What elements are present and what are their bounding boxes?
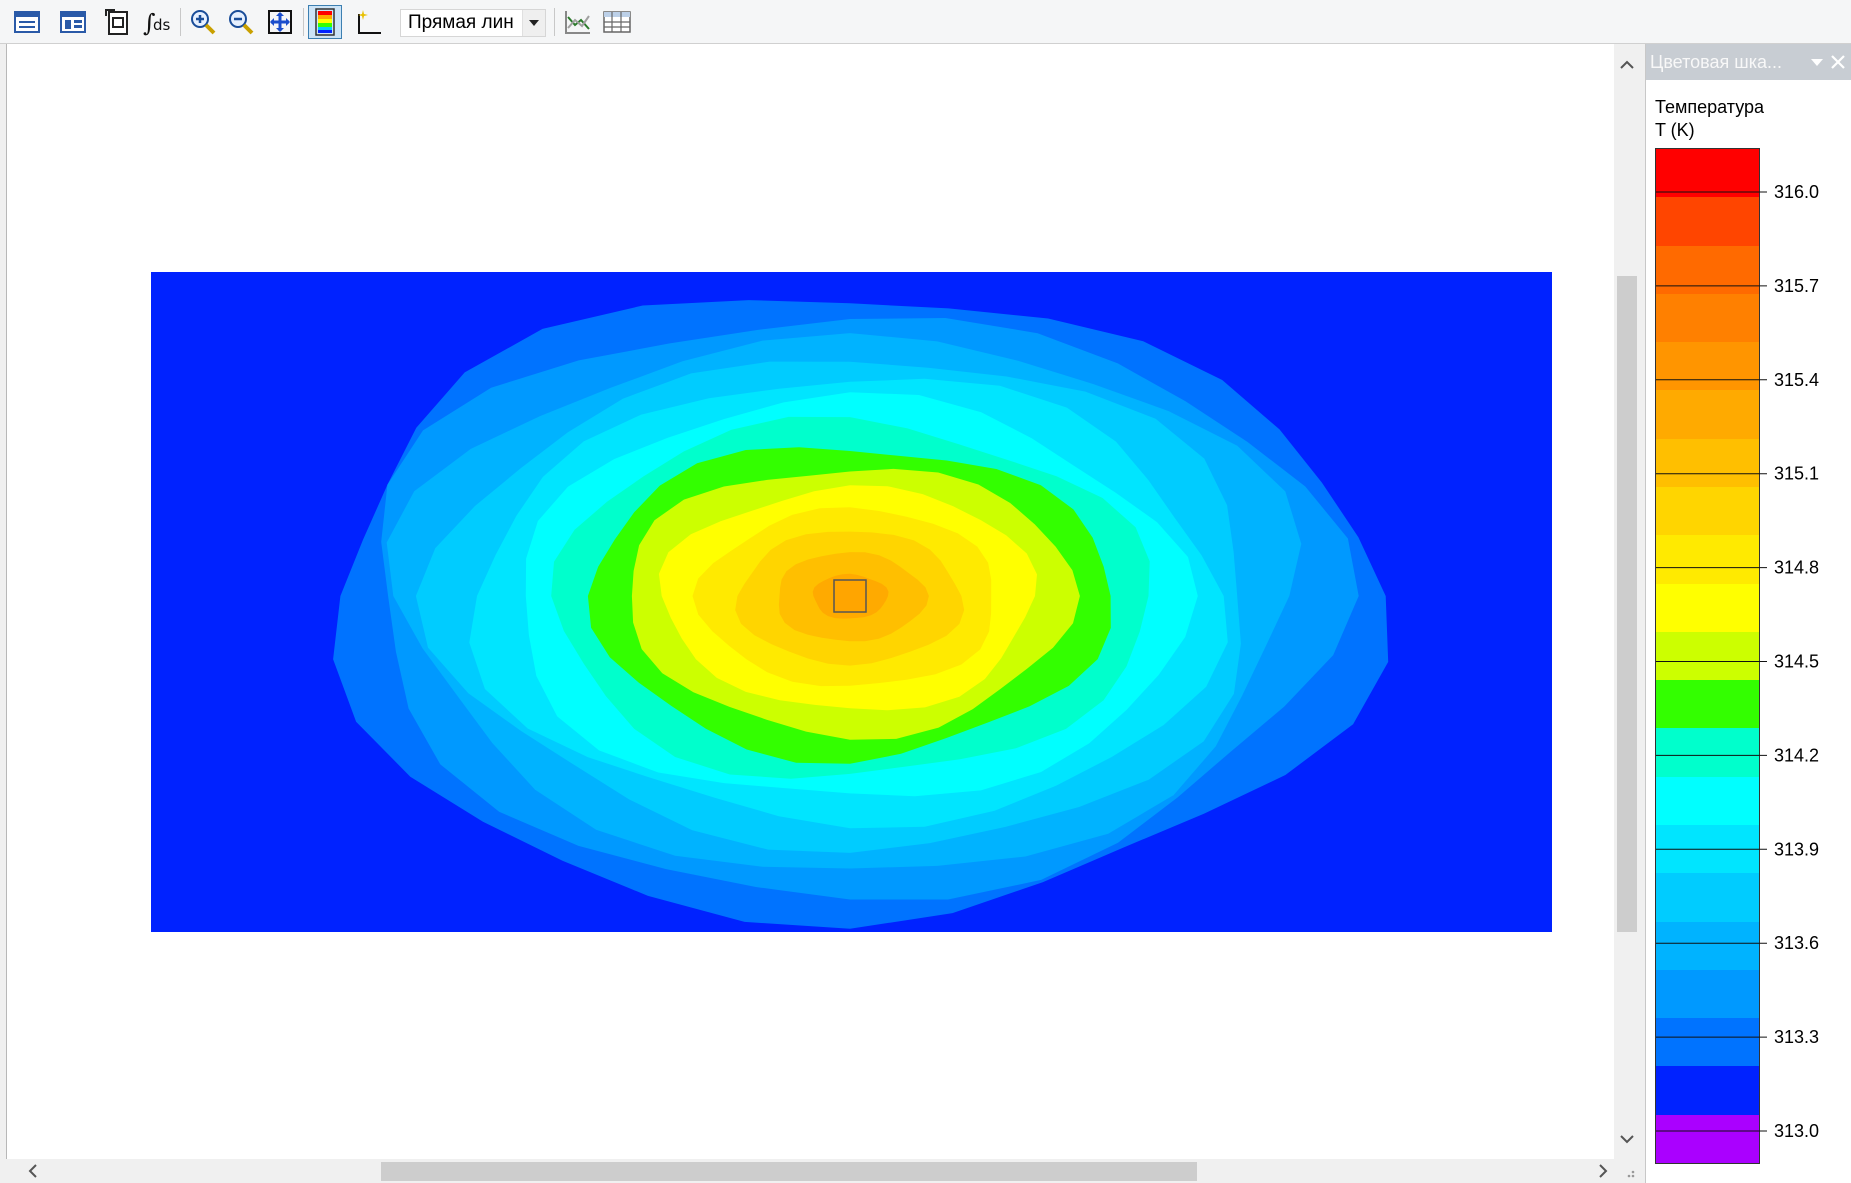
new-plot-icon — [358, 10, 381, 34]
line-type-select[interactable]: Прямая лин — [400, 9, 546, 37]
color-scale-tick-label: 316.0 — [1774, 182, 1819, 202]
color-scale-panel: Цветовая шка... Температура T (K) 316.0 3… — [1645, 44, 1851, 1183]
line-graph-icon — [565, 11, 590, 34]
horizontal-scroll-thumb[interactable] — [381, 1162, 1197, 1181]
color-scale-tick-label: 313.3 — [1774, 1027, 1819, 1047]
plot-properties-icon — [14, 11, 40, 33]
temperature-contour-plot — [151, 272, 1552, 932]
scroll-left-icon[interactable] — [20, 1159, 44, 1183]
color-scale-button[interactable] — [308, 5, 342, 39]
export-image-button[interactable] — [100, 5, 134, 39]
scroll-up-icon[interactable] — [1615, 52, 1639, 76]
heat-source-marker[interactable] — [833, 579, 867, 613]
zoom-in-button[interactable] — [186, 5, 220, 39]
color-scale-ticks: 316.0 315.7 315.4 315.1 314.8 314.5 314.2 313.9… — [1656, 182, 1819, 1141]
color-scale-tick-label: 314.5 — [1774, 652, 1819, 672]
zoom-extents-icon — [268, 10, 292, 34]
color-scale-tick-label: 313.9 — [1774, 839, 1819, 859]
scroll-down-icon[interactable] — [1615, 1127, 1639, 1151]
integral-icon: ∫ ds — [143, 9, 171, 36]
chevron-down-icon[interactable] — [522, 10, 545, 36]
plot-properties-button[interactable] — [10, 5, 44, 39]
new-plot-button[interactable] — [352, 5, 386, 39]
toolbar: ∫ ds Прямая лин — [0, 0, 1851, 44]
plot-table-button[interactable] — [56, 5, 90, 39]
color-scale-tick-label: 314.8 — [1774, 558, 1819, 578]
table-button[interactable] — [600, 5, 634, 39]
color-scale-tick-label: 315.7 — [1774, 276, 1819, 296]
resize-grip-icon — [1627, 1170, 1635, 1178]
zoom-out-button[interactable] — [224, 5, 258, 39]
plot-table-icon — [60, 11, 86, 33]
color-scale-tick-label: 314.2 — [1774, 745, 1819, 765]
color-scale-tick-label: 315.4 — [1774, 370, 1819, 390]
vertical-scrollbar[interactable] — [1614, 44, 1640, 1159]
table-icon — [603, 11, 631, 33]
scroll-right-icon[interactable] — [1591, 1159, 1615, 1183]
zoom-in-icon — [191, 10, 216, 35]
color-scale-tick-label: 315.1 — [1774, 464, 1819, 484]
color-scale-tick-label: 313.6 — [1774, 933, 1819, 953]
color-scale-tick-label: 313.0 — [1774, 1121, 1819, 1141]
export-image-icon — [105, 9, 128, 35]
plot-canvas[interactable] — [6, 44, 1615, 1159]
zoom-extents-button[interactable] — [263, 5, 297, 39]
line-graph-button[interactable] — [560, 5, 594, 39]
color-scale-icon — [315, 8, 335, 36]
integral-button[interactable]: ∫ ds — [140, 5, 174, 39]
vertical-scroll-thumb[interactable] — [1617, 276, 1637, 932]
zoom-out-icon — [229, 10, 254, 35]
line-type-select-value: Прямая лин — [408, 12, 514, 33]
horizontal-scrollbar[interactable] — [6, 1159, 1640, 1183]
svg-text:ds: ds — [153, 16, 171, 34]
